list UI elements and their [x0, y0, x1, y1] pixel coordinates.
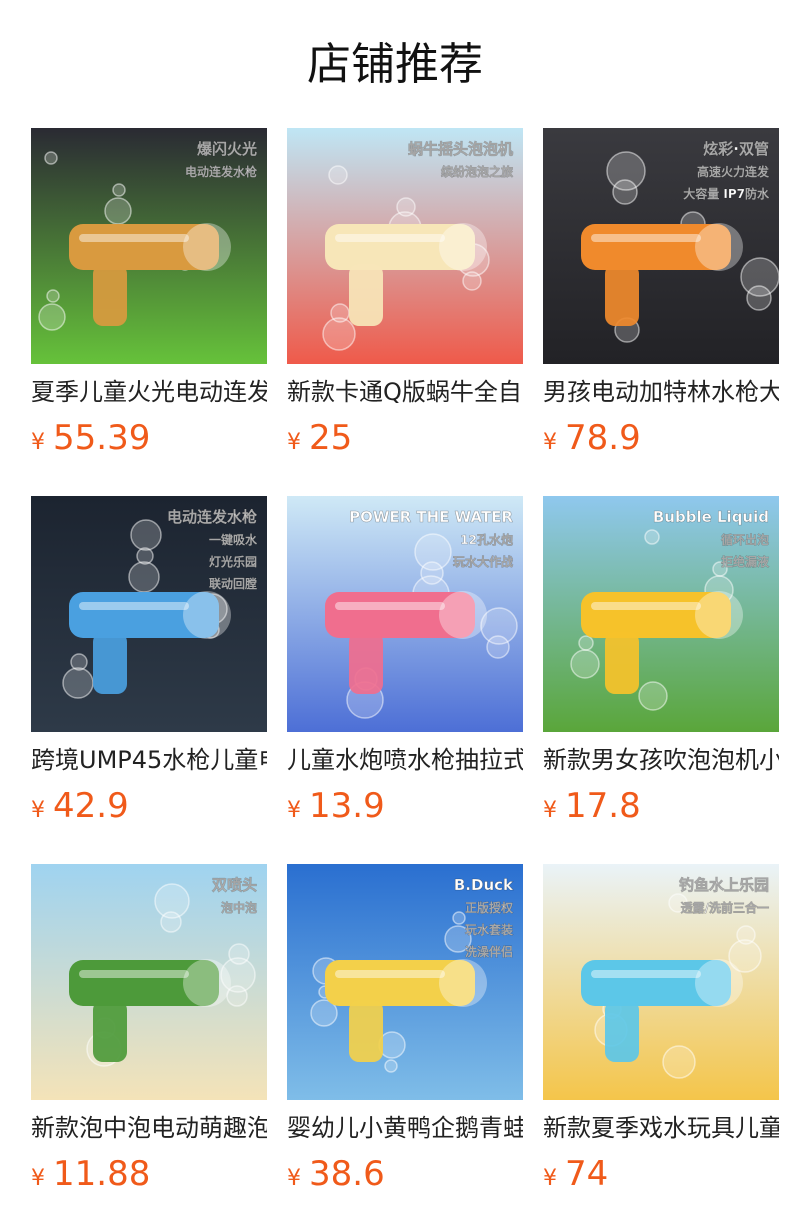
duck-bubble-gun-icon: Bubble Liquid 循环出泡拒绝漏液 [543, 496, 779, 732]
image-caption: 12孔水炮 [460, 532, 513, 547]
product-name[interactable]: 新款卡通Q版蜗牛全自动泡泡机 [287, 372, 523, 412]
product-image[interactable]: 双喷头泡中泡 [31, 864, 267, 1100]
currency-symbol: ¥ [543, 1166, 557, 1191]
price-row: ¥55.39 [31, 416, 150, 460]
product-price: 55.39 [53, 418, 151, 458]
image-caption: 蜗牛摇头泡泡机 [408, 140, 513, 158]
image-caption: B.Duck [454, 876, 514, 894]
snail-bubble-icon: 蜗牛摇头泡泡机缤纷泡泡之旅 [287, 128, 523, 364]
product-card[interactable]: POWER THE WATER 12孔水炮 玩水大作战 儿童水炮喷水枪抽拉式 ¥13.9 [287, 496, 523, 836]
image-caption: POWER THE WATER [349, 508, 513, 526]
image-caption: 正版授权 [465, 900, 514, 915]
price-row: ¥17.8 [543, 784, 641, 828]
product-name[interactable]: 新款泡中泡电动萌趣泡泡机 [31, 1108, 267, 1148]
image-caption: 高速火力连发 [697, 164, 770, 179]
image-caption: 循环出泡 [721, 532, 769, 547]
product-price: 25 [309, 418, 353, 458]
bubble-machine-icon: 双喷头泡中泡 [31, 864, 267, 1100]
currency-symbol: ¥ [31, 1166, 45, 1191]
product-price: 78.9 [565, 418, 641, 458]
product-card[interactable]: 双喷头泡中泡新款泡中泡电动萌趣泡泡机¥11.88 [31, 864, 267, 1204]
image-caption: 一键吸水 [209, 532, 258, 547]
image-caption: 泡中泡 [221, 900, 257, 915]
water-cannon-icon: POWER THE WATER 12孔水炮玩水大作战 [287, 496, 523, 732]
bath-toys-icon: B.Duck 正版授权玩水套装洗澡伴侣 [287, 864, 523, 1100]
page-title: 店铺推荐 [307, 39, 483, 90]
product-name[interactable]: 新款夏季戏水玩具儿童钓鱼桌 [543, 1108, 779, 1148]
product-price: 38.6 [309, 1154, 385, 1194]
image-caption: 缤纷泡泡之旅 [441, 164, 513, 179]
image-caption: 电动连发水枪 [167, 508, 257, 526]
product-price: 13.9 [309, 786, 385, 826]
product-card[interactable]: 爆闪火光电动连发水枪夏季儿童火光电动连发水枪¥55.39 [31, 128, 267, 468]
product-price: 17.8 [565, 786, 641, 826]
product-image[interactable]: Bubble Liquid 循环出泡拒绝漏液 [543, 496, 779, 732]
image-caption: 双喷头 [212, 876, 257, 894]
product-name[interactable]: 男孩电动加特林水枪大容量 [543, 372, 779, 412]
product-image[interactable]: 爆闪火光电动连发水枪 [31, 128, 267, 364]
fishing-table-icon: 钓鱼水上乐园透露/洗前三合一 [543, 864, 779, 1100]
product-image[interactable]: POWER THE WATER 12孔水炮玩水大作战 [287, 496, 523, 732]
water-gun-icon: 爆闪火光电动连发水枪 [31, 128, 267, 364]
price-row: ¥11.88 [31, 1152, 150, 1196]
currency-symbol: ¥ [287, 1166, 301, 1191]
image-caption: 电动连发水枪 [185, 164, 257, 179]
image-caption: 炫彩·双管 [703, 140, 769, 158]
product-image[interactable]: B.Duck 正版授权玩水套装洗澡伴侣 [287, 864, 523, 1100]
product-card[interactable]: B.Duck正版授权玩水套装洗澡伴侣婴幼儿小黄鸭企鹅青蛙洗澡玩具¥38.6 [287, 864, 523, 1204]
gatling-gun-icon: 炫彩·双管高速火力连发大容量 IP7防水 [543, 128, 779, 364]
currency-symbol: ¥ [31, 798, 45, 823]
product-image[interactable]: 电动连发水枪一键吸水灯光乐园联动回膛 [31, 496, 267, 732]
rifle-icon: 电动连发水枪一键吸水灯光乐园联动回膛 [31, 496, 267, 732]
product-image[interactable]: 蜗牛摇头泡泡机缤纷泡泡之旅 [287, 128, 523, 364]
product-price: 42.9 [53, 786, 129, 826]
product-image[interactable]: 炫彩·双管高速火力连发大容量 IP7防水 [543, 128, 779, 364]
image-caption: 联动回膛 [209, 576, 257, 591]
price-row: ¥42.9 [31, 784, 129, 828]
product-price: 11.88 [53, 1154, 151, 1194]
currency-symbol: ¥ [287, 430, 301, 455]
product-card[interactable]: 电动连发水枪一键吸水灯光乐园联动回膛跨境UMP45水枪儿童电动¥42.9 [31, 496, 267, 836]
price-row: ¥78.9 [543, 416, 641, 460]
price-row: ¥25 [287, 416, 352, 460]
image-caption: 拒绝漏液 [721, 554, 769, 569]
product-name[interactable]: 婴幼儿小黄鸭企鹅青蛙洗澡玩具 [287, 1108, 523, 1148]
image-caption: 玩水大作战 [453, 554, 513, 569]
image-caption: 透露/洗前三合一 [681, 900, 769, 915]
currency-symbol: ¥ [543, 430, 557, 455]
product-card[interactable]: 钓鱼水上乐园透露/洗前三合一新款夏季戏水玩具儿童钓鱼桌¥74 [543, 864, 779, 1204]
product-name[interactable]: 新款男女孩吹泡泡机小黄鸭 [543, 740, 779, 780]
product-card[interactable]: Bubble Liquid循环出泡拒绝漏液新款男女孩吹泡泡机小黄鸭¥17.8 [543, 496, 779, 836]
product-name[interactable]: 儿童水炮喷水枪抽拉式 [287, 740, 523, 780]
product-card[interactable]: 炫彩·双管高速火力连发大容量 IP7防水男孩电动加特林水枪大容量¥78.9 [543, 128, 779, 468]
price-row: ¥13.9 [287, 784, 385, 828]
image-caption: 爆闪火光 [197, 140, 257, 158]
product-name[interactable]: 跨境UMP45水枪儿童电动 [31, 740, 267, 780]
image-caption: 大容量 IP7防水 [683, 186, 770, 201]
image-caption: 玩水套装 [465, 922, 513, 937]
image-caption: 钓鱼水上乐园 [679, 876, 769, 894]
product-card[interactable]: 蜗牛摇头泡泡机缤纷泡泡之旅新款卡通Q版蜗牛全自动泡泡机¥25 [287, 128, 523, 468]
currency-symbol: ¥ [287, 798, 301, 823]
product-name[interactable]: 夏季儿童火光电动连发水枪 [31, 372, 267, 412]
product-price: 74 [565, 1154, 609, 1194]
image-caption: 灯光乐园 [209, 554, 257, 569]
currency-symbol: ¥ [31, 430, 45, 455]
image-caption: Bubble Liquid [653, 508, 769, 526]
price-row: ¥74 [543, 1152, 608, 1196]
product-image[interactable]: 钓鱼水上乐园 透露/洗前三合一 [543, 864, 779, 1100]
image-caption: 洗澡伴侣 [465, 944, 513, 959]
currency-symbol: ¥ [543, 798, 557, 823]
price-row: ¥38.6 [287, 1152, 385, 1196]
